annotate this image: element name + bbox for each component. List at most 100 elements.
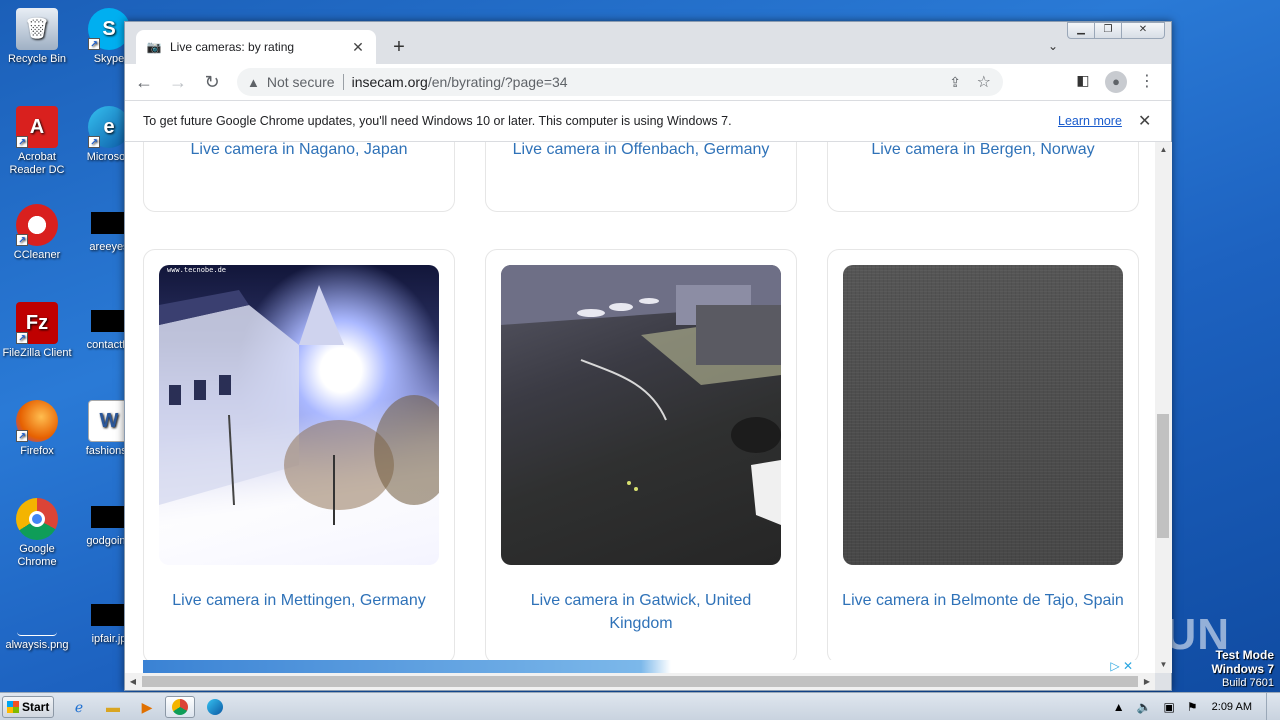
camera-card[interactable]: Live camera in Nagano, Japan <box>143 142 455 212</box>
scroll-right-arrow-icon[interactable]: ▶ <box>1139 673 1155 690</box>
advertisement-banner[interactable]: ▷ ✕ <box>143 659 1139 673</box>
desktop-icon-recycle-bin[interactable]: 🗑 Recycle Bin <box>0 8 74 66</box>
address-bar[interactable]: ▲ Not secure insecam.org/en/byrating/?pa… <box>237 68 1003 96</box>
camera-caption-link[interactable]: Live camera in Nagano, Japan <box>144 142 454 161</box>
desktop-icon-label: Acrobat Reader DC <box>9 151 65 176</box>
back-arrow-icon[interactable]: ← <box>129 67 159 97</box>
desktop-icon-label: FileZilla Client <box>2 347 72 359</box>
restore-button[interactable]: ❐ <box>1094 22 1122 39</box>
warning-triangle-icon[interactable]: ▲ <box>247 75 260 90</box>
url-host: insecam.org <box>351 74 428 90</box>
minimize-button[interactable]: ▁ <box>1067 22 1095 39</box>
reload-icon[interactable]: ↻ <box>197 67 227 97</box>
camera-card[interactable]: Live camera in Offenbach, Germany <box>485 142 797 212</box>
scroll-left-arrow-icon[interactable]: ◀ <box>125 673 141 690</box>
taskbar-internet-explorer-icon[interactable]: ℯ <box>64 696 94 718</box>
chrome-window: 📷 Live cameras: by rating ✕ + ⌄ ▁ ❐ ✕ ← … <box>124 21 1172 691</box>
window-controls: ▁ ❐ ✕ <box>1067 22 1165 39</box>
file-thumbnail-icon <box>91 604 127 626</box>
url-path: /en/byrating/?page=34 <box>427 74 568 90</box>
tab-strip: 📷 Live cameras: by rating ✕ + ⌄ ▁ ❐ ✕ <box>125 22 1171 64</box>
share-icon[interactable]: ⇪ <box>949 74 961 91</box>
vertical-scroll-thumb[interactable] <box>1157 414 1169 538</box>
test-mode-line: Windows 7 <box>1211 662 1274 676</box>
close-window-button[interactable]: ✕ <box>1121 22 1165 39</box>
desktop-icon-label: Recycle Bin <box>7 53 67 65</box>
side-panel-icon[interactable]: ◧ <box>1073 72 1093 92</box>
camera-scene-drawing <box>501 265 781 525</box>
ad-choices-icon[interactable]: ▷ ✕ <box>1110 659 1133 673</box>
address-separator <box>342 74 344 90</box>
horizontal-scrollbar[interactable]: ◀ ▶ <box>125 673 1155 690</box>
camera-caption-link[interactable]: Live camera in Offenbach, Germany <box>486 142 796 161</box>
system-tray: ▲ 🔈 ▣ ⚑ 2:09 AM <box>1107 693 1280 720</box>
camera-scene-drawing <box>159 285 439 525</box>
desktop-icon-filezilla[interactable]: Fz ↗ FileZilla Client <box>0 302 74 360</box>
start-button[interactable]: Start <box>2 696 54 718</box>
clock[interactable]: 2:09 AM <box>1212 701 1252 713</box>
camera-overlay-text: www.tecnobe.de <box>167 266 227 274</box>
infobar-close-icon[interactable]: ✕ <box>1138 111 1151 131</box>
network-icon[interactable]: ▣ <box>1164 700 1175 714</box>
desktop-icon-label: alwaysis.png <box>5 639 69 651</box>
camera-image-gatwick[interactable] <box>501 265 781 565</box>
camera-favicon-icon: 📷 <box>146 40 162 54</box>
test-mode-build: Build 7601 <box>1222 677 1274 689</box>
update-infobar: To get future Google Chrome updates, you… <box>125 100 1171 142</box>
scroll-down-arrow-icon[interactable]: ▼ <box>1155 657 1172 673</box>
camera-caption-link[interactable]: Live camera in Mettingen, Germany <box>144 589 454 612</box>
taskbar-explorer-folder-icon[interactable]: ▬ <box>98 696 128 718</box>
scroll-up-arrow-icon[interactable]: ▲ <box>1155 142 1172 158</box>
new-tab-button[interactable]: + <box>387 36 411 60</box>
action-center-flag-icon[interactable]: ⚑ <box>1187 700 1198 714</box>
forward-arrow-icon[interactable]: → <box>163 67 193 97</box>
kebab-menu-icon[interactable]: ⋮ <box>1139 72 1155 92</box>
camera-card[interactable]: Live camera in Gatwick, United Kingdom <box>485 249 797 664</box>
camera-card[interactable]: Live camera in Bergen, Norway <box>827 142 1139 212</box>
infobar-message: To get future Google Chrome updates, you… <box>143 114 732 128</box>
desktop-icon-label: CCleaner <box>13 249 61 261</box>
tab-close-icon[interactable]: ✕ <box>350 39 366 55</box>
horizontal-scroll-thumb[interactable] <box>142 676 1138 687</box>
camera-caption-link[interactable]: Live camera in Bergen, Norway <box>828 142 1138 161</box>
camera-image-mettingen[interactable]: www.tecnobe.de <box>159 265 439 565</box>
firefox-icon: ↗ <box>16 400 58 442</box>
desktop-icon-ccleaner[interactable]: ↗ CCleaner <box>0 204 74 262</box>
camera-caption-link[interactable]: Live camera in Gatwick, United Kingdom <box>486 589 796 635</box>
learn-more-link[interactable]: Learn more <box>1058 114 1122 128</box>
security-label[interactable]: Not secure <box>267 74 335 90</box>
page-viewport: Live camera in Nagano, Japan Live camera… <box>125 142 1155 673</box>
file-thumbnail-icon <box>91 310 127 332</box>
desktop-icon-chrome[interactable]: Google Chrome <box>0 498 74 569</box>
desktop-icon-alwaysis[interactable]: alwaysis.png <box>0 596 74 652</box>
camera-card[interactable]: Live camera in Belmonte de Tajo, Spain <box>827 249 1139 664</box>
desktop-icon-label: Firefox <box>20 445 54 457</box>
test-mode-notice: Test Mode Windows 7 Build 7601 <box>1211 648 1274 690</box>
desktop-icon-acrobat[interactable]: A ↗ Acrobat Reader DC <box>0 106 74 177</box>
camera-caption-link[interactable]: Live camera in Belmonte de Tajo, Spain <box>828 589 1138 612</box>
tab-search-chevron-icon[interactable]: ⌄ <box>1043 36 1063 56</box>
profile-avatar-icon[interactable]: ● <box>1105 71 1127 93</box>
desktop-icon-firefox[interactable]: ↗ Firefox <box>0 400 74 458</box>
camera-image-belmonte[interactable] <box>843 265 1123 565</box>
ccleaner-icon: ↗ <box>16 204 58 246</box>
tab-title: Live cameras: by rating <box>170 40 295 54</box>
windows-logo-icon <box>7 701 19 713</box>
chrome-icon <box>16 498 58 540</box>
taskbar-edge-icon[interactable] <box>200 696 230 718</box>
taskbar-media-player-icon[interactable]: ▶ <box>132 696 162 718</box>
tab-live-cameras[interactable]: 📷 Live cameras: by rating ✕ <box>136 30 376 64</box>
camera-card[interactable]: www.tecnobe.de Live camera in Mettingen,… <box>143 249 455 664</box>
tray-expand-arrow-icon[interactable]: ▲ <box>1113 700 1125 714</box>
show-desktop-button[interactable] <box>1266 693 1280 720</box>
volume-icon[interactable]: 🔈 <box>1137 700 1152 714</box>
taskbar-chrome-icon[interactable] <box>165 696 195 718</box>
recycle-bin-icon: 🗑 <box>16 8 58 50</box>
start-label: Start <box>22 700 50 714</box>
browser-toolbar: ← → ↻ ▲ Not secure insecam.org/en/byrati… <box>125 64 1171 100</box>
image-file-icon <box>17 596 57 636</box>
file-thumbnail-icon <box>91 506 127 528</box>
bookmark-star-icon[interactable]: ☆ <box>977 72 991 92</box>
desktop-icon-label: Google Chrome <box>17 543 57 568</box>
vertical-scrollbar[interactable]: ▲ ▼ <box>1155 142 1172 673</box>
